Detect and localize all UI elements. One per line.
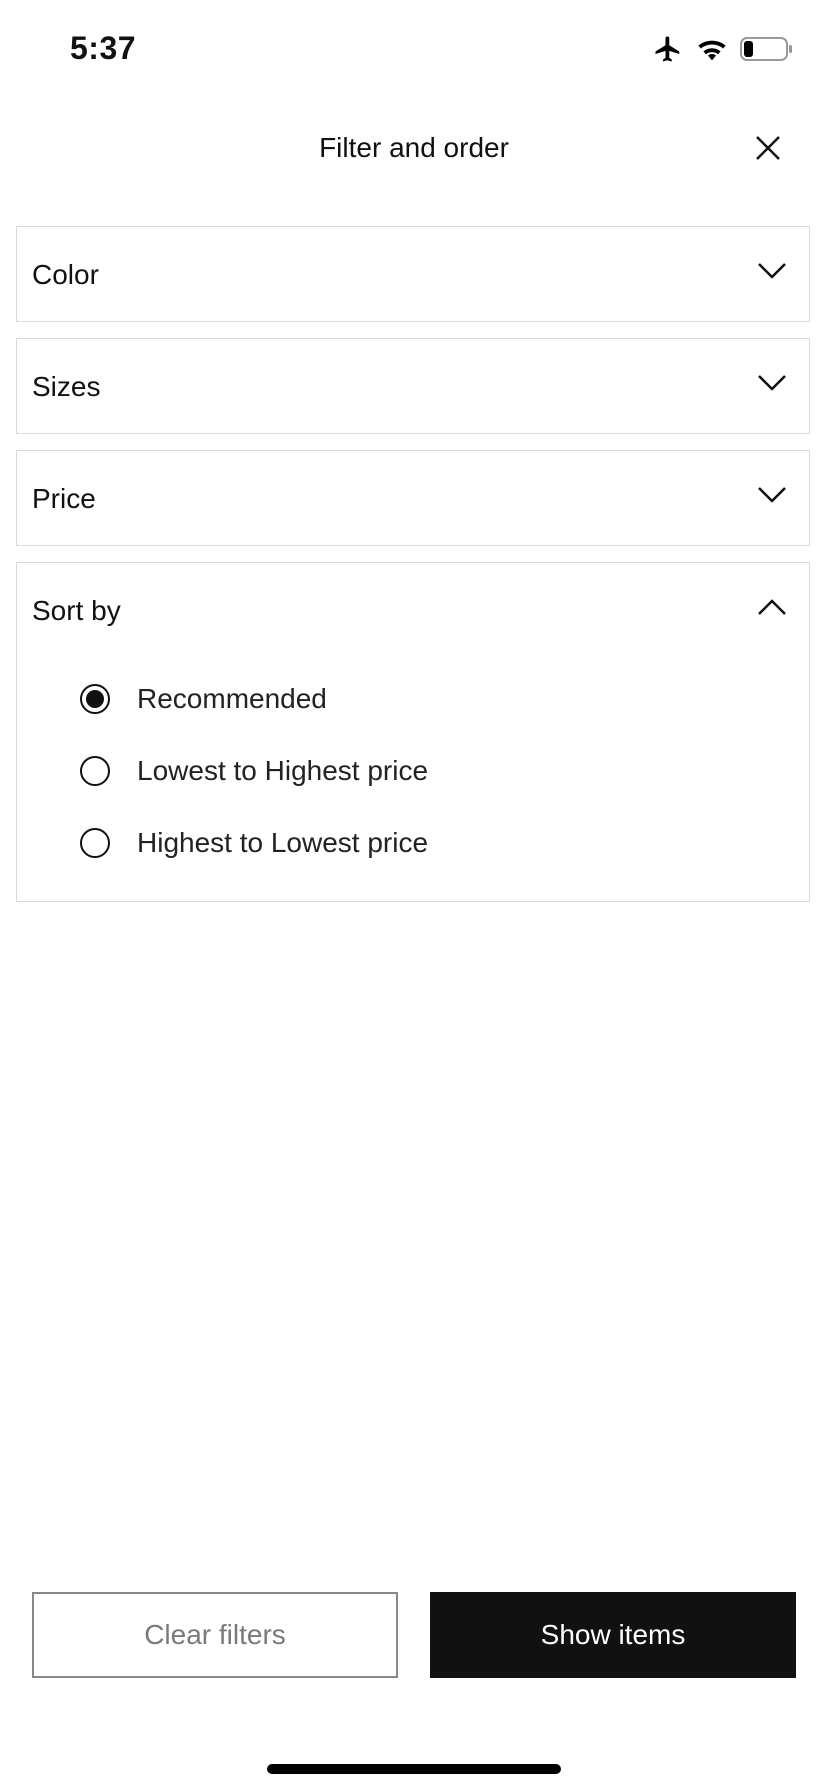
filter-sizes-label: Sizes	[32, 371, 101, 402]
filter-section-price: Price	[16, 450, 810, 546]
filter-price-label: Price	[32, 483, 96, 514]
filter-section-sort: Sort by Recommended Lowest to Highest pr…	[16, 562, 810, 902]
chevron-down-icon	[758, 263, 786, 279]
filter-sort-toggle[interactable]: Sort by	[17, 563, 809, 657]
clear-filters-button[interactable]: Clear filters	[32, 1592, 398, 1678]
header: Filter and order	[0, 110, 828, 190]
sort-option-lowest-to-highest[interactable]: Lowest to Highest price	[17, 737, 809, 809]
airplane-icon	[655, 36, 680, 62]
sort-option-label: Recommended	[137, 683, 327, 714]
filter-color-toggle[interactable]: Color	[17, 227, 809, 321]
show-items-button[interactable]: Show items	[430, 1592, 796, 1678]
filter-price-toggle[interactable]: Price	[17, 451, 809, 545]
page-title: Filter and order	[319, 132, 509, 163]
radio-button[interactable]	[80, 756, 110, 786]
battery-icon	[740, 37, 792, 61]
filter-sort-label: Sort by	[32, 595, 121, 626]
footer-actions: Clear filters Show items	[0, 1590, 828, 1680]
sort-option-label: Lowest to Highest price	[137, 755, 429, 786]
chevron-down-icon	[758, 375, 786, 391]
sort-option-highest-to-lowest[interactable]: Highest to Lowest price	[17, 809, 809, 881]
filter-color-label: Color	[32, 259, 99, 290]
chevron-down-icon	[758, 487, 786, 503]
filter-section-color: Color	[16, 226, 810, 322]
sort-options: Recommended Lowest to Highest price High…	[17, 657, 809, 901]
chevron-up-icon	[758, 599, 786, 615]
wifi-icon	[698, 40, 726, 61]
sort-option-recommended[interactable]: Recommended	[17, 665, 809, 737]
close-icon	[756, 136, 780, 160]
status-icons	[652, 34, 794, 64]
home-indicator	[267, 1764, 561, 1774]
close-button[interactable]	[748, 128, 788, 168]
filter-section-sizes: Sizes	[16, 338, 810, 434]
status-bar: 5:37	[0, 0, 828, 100]
status-time: 5:37	[70, 30, 137, 66]
radio-button[interactable]	[80, 828, 110, 858]
filter-sizes-toggle[interactable]: Sizes	[17, 339, 809, 433]
sort-option-label: Highest to Lowest price	[137, 827, 429, 858]
radio-button[interactable]	[80, 684, 110, 714]
